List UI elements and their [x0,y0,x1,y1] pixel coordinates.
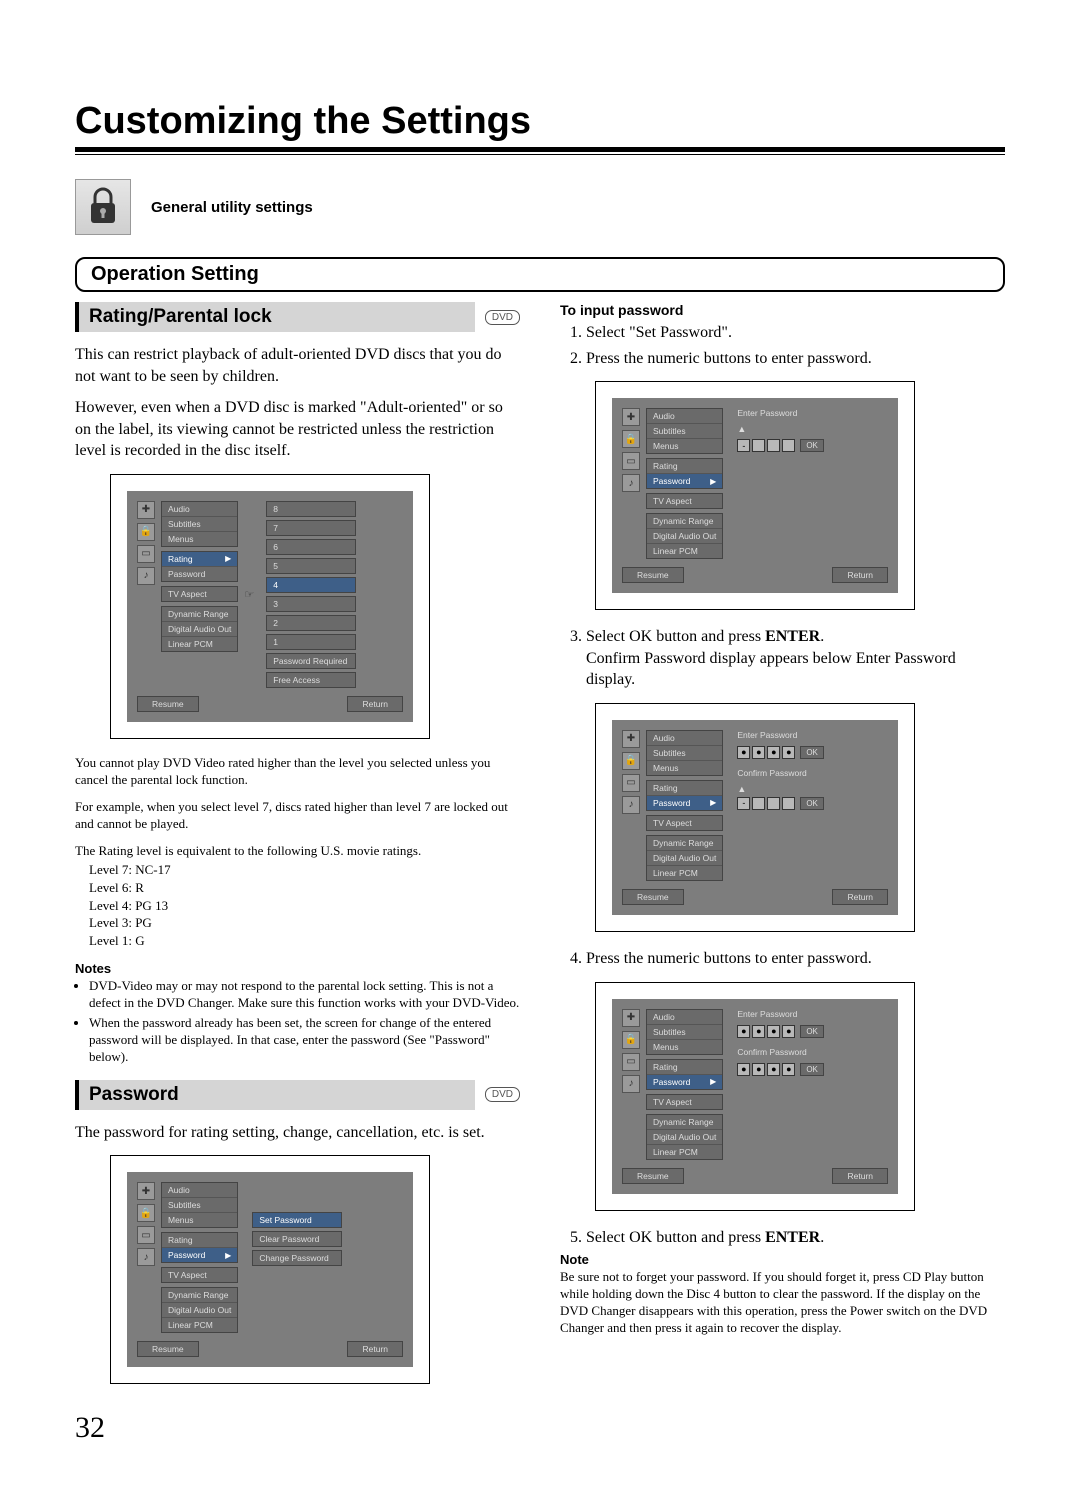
input-steps-4: Press the numeric buttons to enter passw… [560,948,1005,970]
title-rule-thin [75,154,1005,155]
osd-both-filled: ✚🔒▭♪ AudioSubtitlesMenus RatingPassword▶… [595,982,915,1211]
password-paragraph: The password for rating setting, change,… [75,1122,520,1144]
two-column-layout: Rating/Parental lock DVD This can restri… [75,302,1005,1400]
title-rule-thick [75,147,1005,152]
rating-heading: Rating/Parental lock [79,302,475,332]
right-column: To input password Select "Set Password".… [560,302,1005,1400]
dvd-badge-icon: DVD [485,1087,520,1102]
rating-heading-bar: Rating/Parental lock DVD [75,302,520,332]
osd-confirm-password: ✚🔒▭♪ AudioSubtitlesMenus RatingPassword▶… [595,703,915,932]
rating-paragraph-2: However, even when a DVD disc is marked … [75,397,520,462]
tv-mini-icon: ▭ [137,545,155,563]
rating-note-1: You cannot play DVD Video rated higher t… [75,755,520,789]
operation-heading: Operation Setting [91,263,989,286]
password-heading-bar: Password DVD [75,1080,520,1110]
page-number: 32 [75,1411,105,1445]
note-heading-right: Note [560,1252,1005,1267]
osd-screenshot-password: ✚🔒▭♪ AudioSubtitlesMenus RatingPassword▶… [110,1155,430,1384]
note-item: When the password already has been set, … [89,1015,520,1066]
left-column: Rating/Parental lock DVD This can restri… [75,302,520,1400]
hand-pointer-icon: ☞ [244,588,254,601]
lock-icon [75,179,131,235]
input-steps-1: Select "Set Password". Press the numeric… [560,322,1005,369]
password-heading: Password [79,1080,475,1110]
audio-mini-icon: ♪ [137,567,155,585]
input-password-heading: To input password [560,302,1005,318]
page-title: Customizing the Settings [75,100,1005,143]
osd-screenshot-rating: ✚ 🔒 ▭ ♪ AudioSubtitlesMenus Rating▶Passw… [110,474,430,739]
note-item: DVD-Video may or may not respond to the … [89,978,520,1012]
lock-mini-icon: 🔒 [137,523,155,541]
step: Select OK button and press ENTER. [586,1227,1005,1249]
notes-heading: Notes [75,961,520,976]
rating-paragraph-1: This can restrict playback of adult-orie… [75,344,520,387]
header-row: General utility settings [75,179,1005,235]
input-steps-5: Select OK button and press ENTER. [560,1227,1005,1249]
osd-enter-password-blank: ✚🔒▭♪ AudioSubtitlesMenus RatingPassword▶… [595,381,915,610]
nav-icon: ✚ [137,501,155,519]
dvd-badge-icon: DVD [485,310,520,325]
step: Select "Set Password". [586,322,1005,344]
operation-heading-box: Operation Setting [75,257,1005,292]
rating-levels-list: Level 7: NC-17 Level 6: R Level 4: PG 13… [89,861,520,949]
input-steps-3: Select OK button and press ENTER.Confirm… [560,626,1005,691]
step: Press the numeric buttons to enter passw… [586,948,1005,970]
rating-note-2: For example, when you select level 7, di… [75,799,520,833]
step: Press the numeric buttons to enter passw… [586,348,1005,370]
rating-equivalence: The Rating level is equivalent to the fo… [75,843,520,860]
page-title-block: Customizing the Settings [75,100,1005,155]
notes-list: DVD-Video may or may not respond to the … [75,978,520,1065]
subtitle: General utility settings [151,199,313,216]
step: Select OK button and press ENTER.Confirm… [586,626,1005,691]
note-body: Be sure not to forget your password. If … [560,1269,1005,1337]
